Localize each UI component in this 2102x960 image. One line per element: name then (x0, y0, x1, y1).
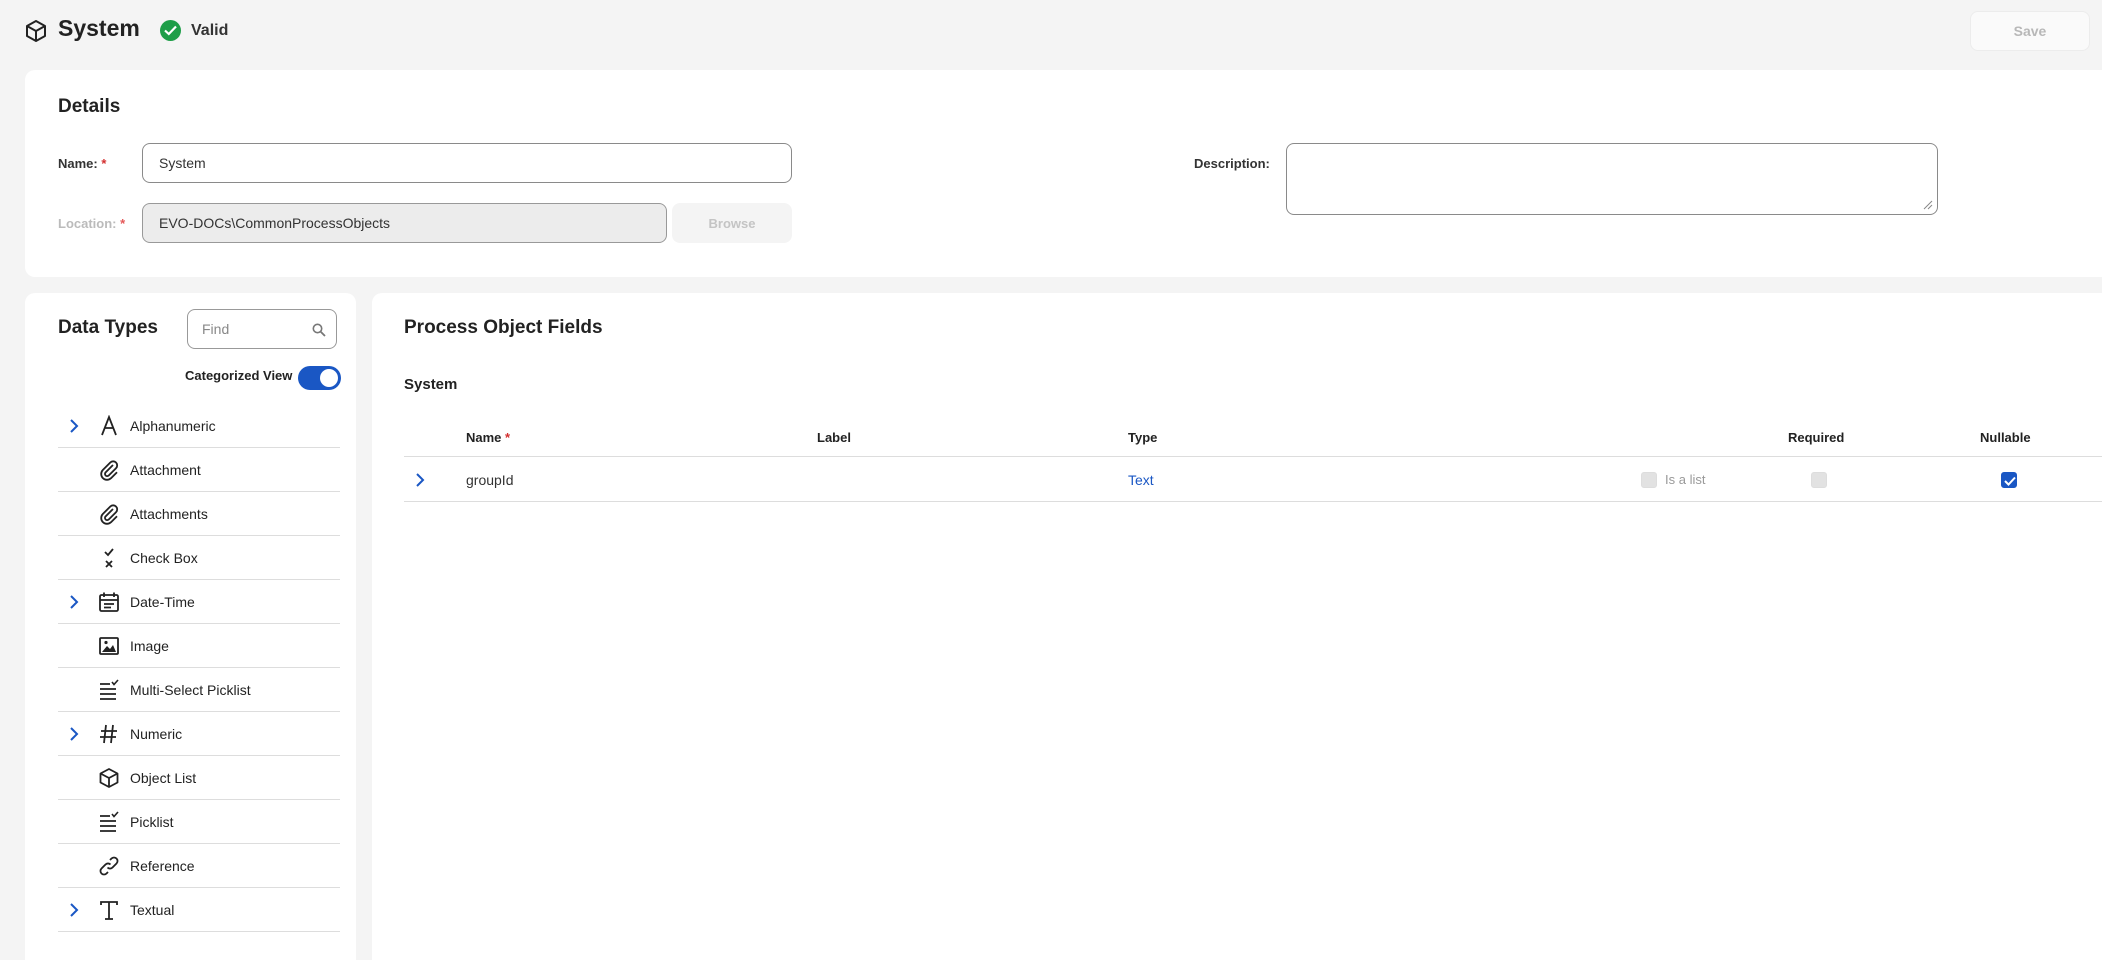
type-item-multi-select-picklist[interactable]: Multi-Select Picklist (58, 668, 340, 712)
type-label: Attachment (130, 462, 201, 478)
find-placeholder: Find (202, 321, 230, 337)
type-label: Multi-Select Picklist (130, 682, 251, 698)
status-label: Valid (191, 22, 229, 39)
letter-a-icon (101, 415, 117, 436)
column-header-label[interactable]: Label (817, 430, 851, 445)
column-header-required[interactable]: Required (1788, 430, 1844, 445)
details-heading: Details (58, 96, 121, 117)
location-label: Location: * (58, 216, 126, 231)
top-bar: System Valid Save (0, 0, 2102, 62)
list-check-icon (100, 811, 119, 832)
name-value: System (159, 155, 206, 171)
find-input[interactable]: Find (187, 309, 337, 349)
type-label: Picklist (130, 814, 174, 830)
type-label: Check Box (130, 550, 198, 566)
check-icon (2004, 476, 2016, 486)
type-label: Alphanumeric (130, 418, 216, 434)
type-item-attachment[interactable]: Attachment (58, 448, 340, 492)
browse-button[interactable]: Browse (672, 203, 792, 243)
fields-table-header: Name * Label Type Required Nullable (404, 421, 2102, 457)
categorized-view-label: Categorized View (185, 368, 293, 383)
chevron-right-icon[interactable] (66, 594, 82, 610)
categorized-view-toggle[interactable] (298, 366, 341, 390)
type-item-alphanumeric[interactable]: Alphanumeric (58, 404, 340, 448)
data-type-list: Alphanumeric Attachment Attachments Chec… (58, 404, 340, 932)
is-list-checkbox[interactable] (1641, 472, 1657, 488)
location-value: EVO-DOCs\CommonProcessObjects (159, 215, 391, 231)
type-label: Textual (130, 902, 175, 918)
letter-t-icon (100, 901, 118, 920)
type-item-check-box[interactable]: Check Box (58, 536, 340, 580)
resize-grip-icon[interactable] (1923, 200, 1933, 210)
type-item-object-list[interactable]: Object List (58, 756, 340, 800)
type-item-textual[interactable]: Textual (58, 888, 340, 932)
cube-icon (26, 20, 46, 42)
search-icon (312, 323, 326, 337)
save-button[interactable]: Save (1970, 11, 2090, 51)
type-item-image[interactable]: Image (58, 624, 340, 668)
chevron-right-icon[interactable] (66, 418, 82, 434)
paperclip-icon (100, 504, 119, 525)
name-label: Name: * (58, 156, 107, 171)
required-checkbox[interactable] (1811, 472, 1827, 488)
details-panel: Details Name: * System Location: * EVO-D… (25, 70, 2102, 277)
paperclip-icon (100, 460, 119, 481)
description-textarea[interactable] (1286, 143, 1938, 215)
type-label: Date-Time (130, 594, 195, 610)
type-item-date-time[interactable]: Date-Time (58, 580, 340, 624)
is-list-label: Is a list (1665, 472, 1706, 487)
description-label: Description: (1194, 156, 1270, 171)
cube-icon (99, 768, 119, 788)
process-object-fields-panel: Process Object Fields System Name * Labe… (372, 293, 2102, 960)
chevron-right-icon[interactable] (412, 472, 428, 488)
field-type-link[interactable]: Text (1128, 472, 1154, 488)
calendar-icon (99, 592, 119, 612)
type-item-reference[interactable]: Reference (58, 844, 340, 888)
nullable-checkbox[interactable] (2001, 472, 2017, 488)
type-item-numeric[interactable]: Numeric (58, 712, 340, 756)
type-label: Attachments (130, 506, 208, 522)
link-icon (99, 856, 119, 876)
location-input[interactable]: EVO-DOCs\CommonProcessObjects (142, 203, 667, 243)
page-title: System (58, 15, 140, 41)
field-name: groupId (466, 472, 514, 488)
checkbox-icon (104, 548, 114, 568)
name-input[interactable]: System (142, 143, 792, 183)
column-header-type[interactable]: Type (1128, 430, 1157, 445)
check-circle-icon (160, 20, 181, 41)
hash-icon (100, 724, 117, 744)
type-item-attachments[interactable]: Attachments (58, 492, 340, 536)
type-label: Numeric (130, 726, 183, 742)
column-header-name[interactable]: Name * (466, 430, 510, 445)
type-item-picklist[interactable]: Picklist (58, 800, 340, 844)
table-row[interactable]: groupId Text Is a list (404, 458, 2102, 502)
list-check-icon (100, 679, 119, 700)
type-label: Image (130, 638, 169, 654)
data-types-panel: Data Types Find Categorized View Alphanu… (25, 293, 356, 960)
fields-group-title: System (404, 376, 458, 393)
toggle-knob (320, 369, 338, 387)
type-label: Reference (130, 858, 195, 874)
chevron-right-icon[interactable] (66, 726, 82, 742)
chevron-right-icon[interactable] (66, 902, 82, 918)
fields-heading: Process Object Fields (404, 317, 603, 338)
image-icon (99, 637, 119, 655)
column-header-nullable[interactable]: Nullable (1980, 430, 2031, 445)
type-label: Object List (130, 770, 197, 786)
data-types-heading: Data Types (58, 317, 158, 338)
